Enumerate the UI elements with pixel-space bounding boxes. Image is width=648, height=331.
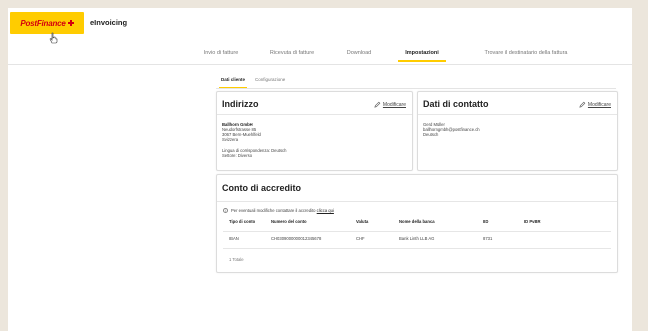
- contact-edit-label: Modificare: [587, 101, 611, 108]
- address-edit-label: Modificare: [382, 101, 406, 108]
- subtabs-divider: [216, 88, 616, 89]
- cell-currency: CHF: [356, 236, 365, 241]
- column-header: Numero del conto: [271, 219, 307, 224]
- card-divider: [418, 114, 617, 115]
- main-nav: Invio di fatture Ricevuta di fatture Dow…: [198, 44, 622, 62]
- column-header: Tipo di conto: [229, 219, 256, 224]
- cell-account-number: CH0309000000012345678: [271, 236, 322, 241]
- address-country: Svizzera: [222, 137, 239, 142]
- tab-ricevuta-di-fatture[interactable]: Ricevuta di fatture: [266, 48, 318, 62]
- column-header: Nome della banca: [399, 219, 435, 224]
- cell-iid: 8731: [483, 236, 493, 241]
- contact-card-title: Dati di contatto: [423, 99, 489, 109]
- postfinance-logo[interactable]: PostFinance: [10, 12, 84, 34]
- account-card-title: Conto di accredito: [222, 183, 302, 193]
- pencil-icon: [374, 101, 381, 108]
- cell-account-type: IBAN: [229, 236, 239, 241]
- nav-divider: [8, 64, 632, 65]
- table-divider: [223, 231, 611, 232]
- account-card: Conto di accredito i Per eventuali modif…: [216, 174, 618, 273]
- subtabs: Dati cliente Configurazione: [216, 74, 290, 88]
- tab-download[interactable]: Download: [342, 48, 376, 62]
- address-edit-link[interactable]: Modificare: [374, 101, 406, 108]
- card-divider: [217, 114, 412, 115]
- page: PostFinance eInvoicing Invio di fatture …: [8, 8, 632, 331]
- tab-invio-di-fatture[interactable]: Invio di fatture: [198, 48, 244, 62]
- cell-bank-name: Bank Linth LLB AG: [399, 236, 435, 241]
- address-card-title: Indirizzo: [222, 99, 259, 109]
- column-header: ID PvBR: [524, 219, 541, 224]
- info-icon: i: [223, 208, 228, 213]
- table-divider: [223, 248, 611, 249]
- header: PostFinance eInvoicing: [8, 8, 632, 44]
- logo-text: PostFinance: [20, 18, 66, 28]
- tab-trovare-destinatario[interactable]: Trovare il destinatario della fattura: [470, 48, 582, 62]
- pencil-icon: [579, 101, 586, 108]
- account-info-text: Per eventuali modifiche contattare il ac…: [231, 208, 334, 213]
- swiss-cross-icon: [67, 20, 74, 26]
- contact-card: Dati di contatto Modificare Gerd Müller …: [417, 91, 618, 171]
- tab-impostazioni[interactable]: Impostazioni: [398, 48, 446, 62]
- subtab-configurazione[interactable]: Configurazione: [250, 74, 290, 88]
- hand-cursor-icon: [49, 32, 58, 44]
- card-divider: [217, 201, 617, 202]
- address-sector: Settore: Diverso: [222, 153, 253, 158]
- subtab-dati-cliente[interactable]: Dati cliente: [216, 74, 250, 88]
- column-header: Valuta: [356, 219, 369, 224]
- table-total: 1 Totale: [229, 257, 244, 262]
- page-edge: [632, 8, 648, 331]
- account-info-prefix: Per eventuali modifiche contattare il ac…: [231, 208, 316, 213]
- contact-language: Deutsch: [423, 132, 439, 137]
- column-header: IID: [483, 219, 489, 224]
- app-name: eInvoicing: [90, 18, 128, 27]
- account-info-link[interactable]: clicca qui: [317, 208, 334, 213]
- address-card: Indirizzo Modificare Ballhorn GmbH Neudo…: [216, 91, 413, 171]
- contact-edit-link[interactable]: Modificare: [579, 101, 611, 108]
